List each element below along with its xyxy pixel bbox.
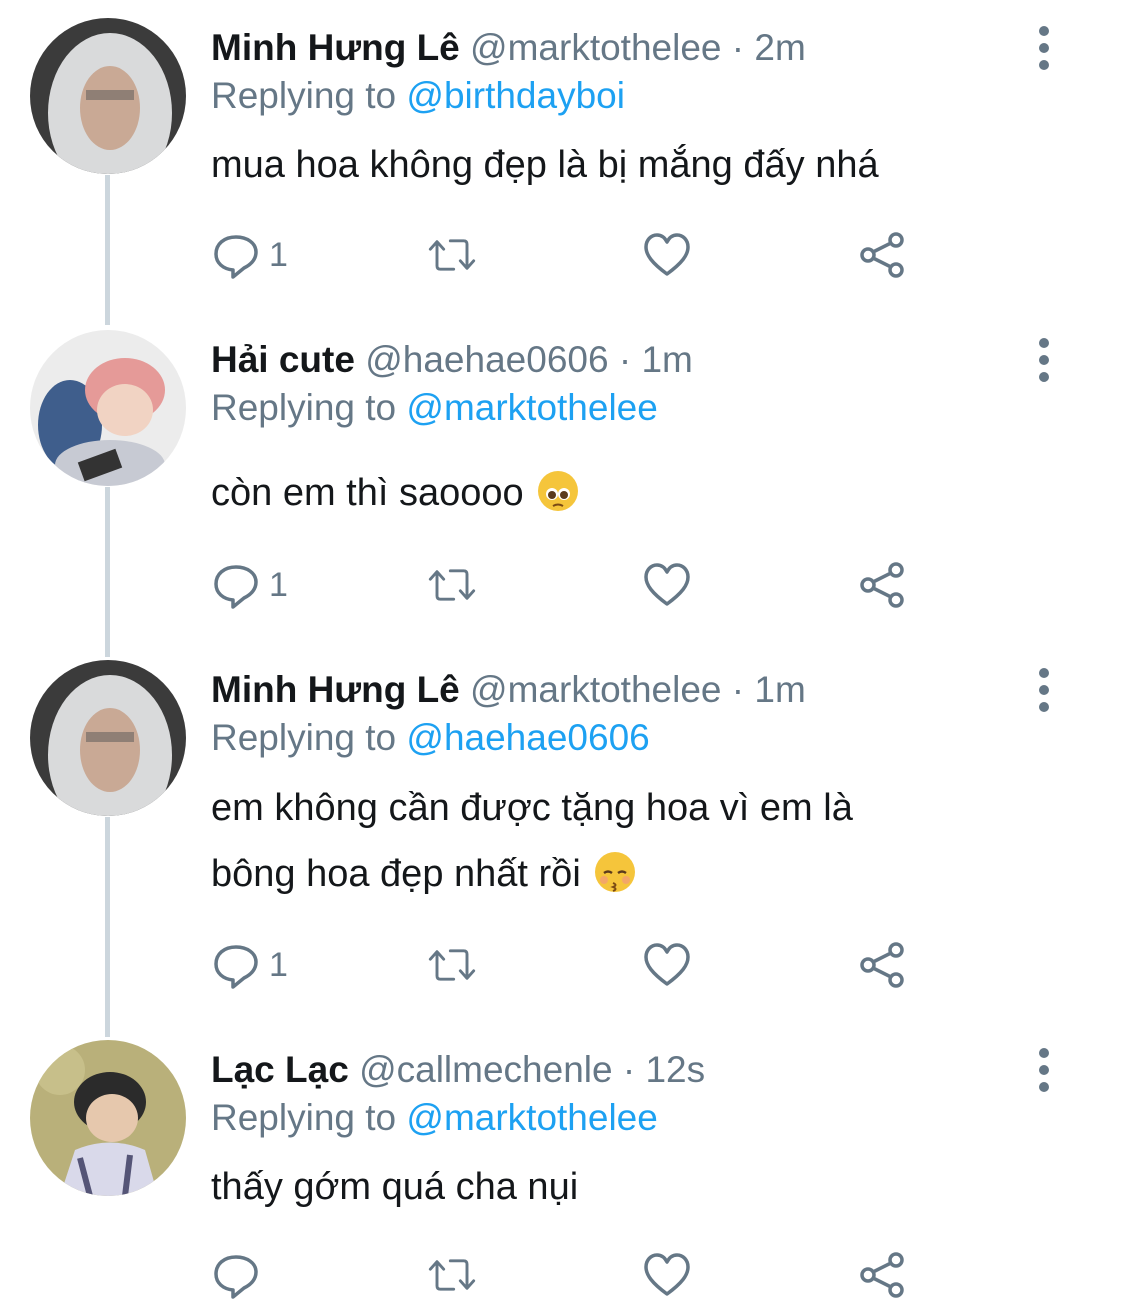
tweet-reply[interactable]: Minh Hưng Lê @marktothelee · 2m Replying… <box>0 18 1125 318</box>
reply-icon <box>214 945 258 989</box>
more-options-icon[interactable] <box>1030 338 1058 386</box>
tweet-header: Minh Hưng Lê @marktothelee · 2m <box>211 18 806 78</box>
mention-link[interactable]: @marktothelee <box>406 1097 657 1138</box>
tweet-header: Hải cute @haehae0606 · 1m <box>211 330 693 390</box>
display-name[interactable]: Minh Hưng Lê <box>211 669 460 710</box>
reply-icon <box>214 565 258 609</box>
share-icon <box>860 562 904 608</box>
display-name[interactable]: Hải cute <box>211 339 355 380</box>
retweet-icon <box>428 949 476 981</box>
user-handle[interactable]: @marktothelee <box>470 669 721 710</box>
retweet-icon <box>428 1259 476 1291</box>
reply-button[interactable]: 1 <box>211 225 288 285</box>
action-bar: 1 <box>211 555 971 615</box>
like-icon <box>644 1253 690 1296</box>
more-options-icon[interactable] <box>1030 668 1058 716</box>
share-icon <box>860 232 904 278</box>
action-bar <box>211 1245 971 1305</box>
separator-dot: · <box>618 339 632 380</box>
like-button[interactable] <box>642 1245 692 1305</box>
timestamp[interactable]: 2m <box>754 27 805 68</box>
like-button[interactable] <box>642 555 692 615</box>
retweet-button[interactable] <box>427 935 477 995</box>
replying-to-label: Replying to <box>211 717 397 758</box>
replying-to-line: Replying to @haehae0606 <box>211 712 650 764</box>
avatar[interactable] <box>30 18 186 174</box>
mention-link[interactable]: @marktothelee <box>406 387 657 428</box>
tweet-text-line: còn em thì saoooo <box>211 472 524 514</box>
display-name[interactable]: Minh Hưng Lê <box>211 27 460 68</box>
tweet-text: em không cần được tặng hoa vì em là bông… <box>211 775 853 907</box>
like-button[interactable] <box>642 225 692 285</box>
replying-to-label: Replying to <box>211 75 397 116</box>
tweet-reply[interactable]: Lạc Lạc @callmechenle · 12s Replying to … <box>0 1040 1125 1310</box>
separator-dot: · <box>731 669 745 710</box>
avatar[interactable] <box>30 330 186 486</box>
tweet-text-line: bông hoa đẹp nhất rồi <box>211 853 581 895</box>
share-button[interactable] <box>858 225 908 285</box>
like-icon <box>644 943 690 986</box>
tweet-header: Lạc Lạc @callmechenle · 12s <box>211 1040 705 1100</box>
share-icon <box>860 942 904 988</box>
replying-to-label: Replying to <box>211 387 397 428</box>
mention-link[interactable]: @haehae0606 <box>406 717 649 758</box>
tweet-header: Minh Hưng Lê @marktothelee · 1m <box>211 660 806 720</box>
tweet-reply[interactable]: Hải cute @haehae0606 · 1m Replying to @m… <box>0 330 1125 640</box>
reply-button[interactable]: 1 <box>211 935 288 995</box>
like-icon <box>644 563 690 606</box>
reply-count: 1 <box>269 565 288 604</box>
tweet-text: còn em thì saoooo <box>211 460 579 526</box>
tweet-text-line: thấy gớm quá cha nụi <box>211 1166 579 1208</box>
mention-link[interactable]: @birthdayboi <box>406 75 625 116</box>
action-bar: 1 <box>211 935 971 995</box>
separator-dot: · <box>622 1049 636 1090</box>
retweet-icon <box>428 239 476 271</box>
user-handle[interactable]: @callmechenle <box>359 1049 613 1090</box>
share-icon <box>860 1252 904 1298</box>
more-options-icon[interactable] <box>1030 26 1058 74</box>
reply-button[interactable]: 1 <box>211 555 288 615</box>
timestamp[interactable]: 12s <box>645 1049 705 1090</box>
user-handle[interactable]: @marktothelee <box>470 27 721 68</box>
replying-to-line: Replying to @marktothelee <box>211 1092 658 1144</box>
reply-icon <box>214 235 258 279</box>
replying-to-line: Replying to @birthdayboi <box>211 70 625 122</box>
retweet-button[interactable] <box>427 555 477 615</box>
tweet-text-line: mua hoa không đẹp là bị mắng đấy nhá <box>211 144 879 186</box>
timestamp[interactable]: 1m <box>754 669 805 710</box>
reply-count: 1 <box>269 235 288 274</box>
display-name[interactable]: Lạc Lạc <box>211 1049 349 1090</box>
retweet-button[interactable] <box>427 1245 477 1305</box>
like-button[interactable] <box>642 935 692 995</box>
avatar[interactable] <box>30 1040 186 1196</box>
like-icon <box>644 233 690 276</box>
avatar[interactable] <box>30 660 186 816</box>
kissing-face-emoji <box>595 851 636 892</box>
timestamp[interactable]: 1m <box>641 339 692 380</box>
tweet-text: thấy gớm quá cha nụi <box>211 1154 578 1220</box>
tweet-text-line: em không cần được tặng hoa vì em là <box>211 787 853 829</box>
tweet-text-line-wrap: bông hoa đẹp nhất rồi <box>211 841 853 907</box>
tweet-reply[interactable]: Minh Hưng Lê @marktothelee · 1m Replying… <box>0 660 1125 1020</box>
action-bar: 1 <box>211 225 971 285</box>
separator-dot: · <box>731 27 745 68</box>
share-button[interactable] <box>858 555 908 615</box>
share-button[interactable] <box>858 1245 908 1305</box>
share-button[interactable] <box>858 935 908 995</box>
tweet-text: mua hoa không đẹp là bị mắng đấy nhá <box>211 132 879 198</box>
reply-count: 1 <box>269 945 288 984</box>
replying-to-label: Replying to <box>211 1097 397 1138</box>
retweet-icon <box>428 569 476 601</box>
replying-to-line: Replying to @marktothelee <box>211 382 658 434</box>
reply-icon <box>214 1255 258 1299</box>
retweet-button[interactable] <box>427 225 477 285</box>
more-options-icon[interactable] <box>1030 1048 1058 1096</box>
user-handle[interactable]: @haehae0606 <box>365 339 608 380</box>
pleading-face-emoji <box>538 470 579 511</box>
reply-button[interactable] <box>211 1245 269 1305</box>
